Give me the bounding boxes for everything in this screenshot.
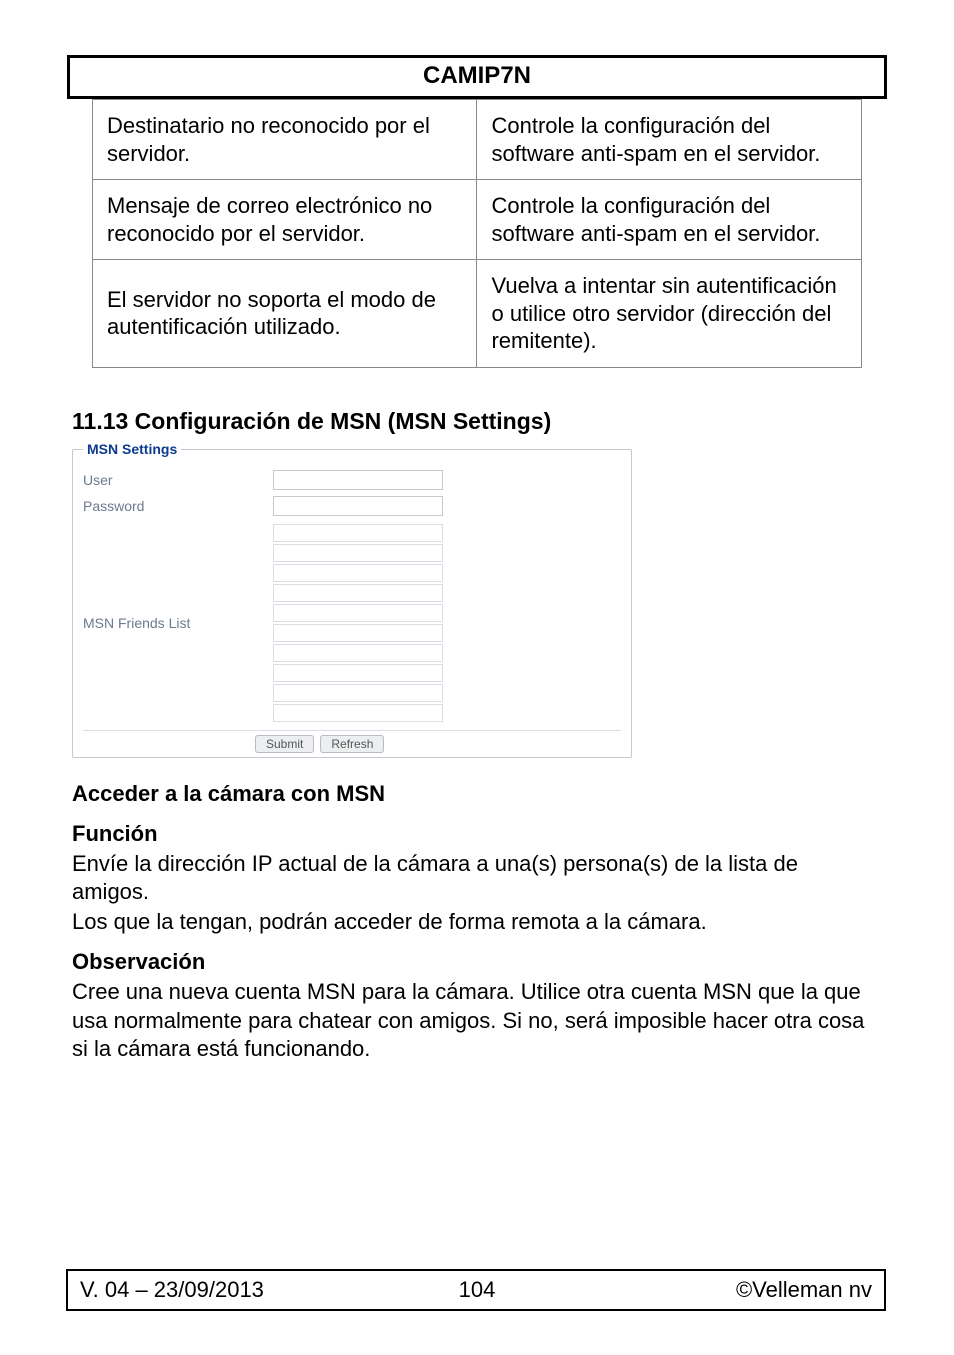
friend-input[interactable] bbox=[273, 584, 443, 602]
table-row: El servidor no soporta el modo de autent… bbox=[93, 260, 862, 368]
msn-user-row: User bbox=[83, 470, 621, 490]
friend-input[interactable] bbox=[273, 624, 443, 642]
table-row: Mensaje de correo electrónico no reconoc… bbox=[93, 180, 862, 260]
footer-copyright: ©Velleman nv bbox=[736, 1277, 872, 1303]
paragraph-observation: Cree una nueva cuenta MSN para la cámara… bbox=[72, 978, 878, 1062]
friend-input[interactable] bbox=[273, 704, 443, 722]
table-cell-problem: Mensaje de correo electrónico no reconoc… bbox=[93, 180, 477, 260]
friends-label: MSN Friends List bbox=[83, 615, 273, 631]
heading-observation: Observación bbox=[72, 948, 878, 976]
table-cell-solution: Controle la configuración del software a… bbox=[477, 180, 862, 260]
friend-input[interactable] bbox=[273, 544, 443, 562]
msn-password-row: Password bbox=[83, 496, 621, 516]
password-label: Password bbox=[83, 498, 273, 514]
table-cell-problem: El servidor no soporta el modo de autent… bbox=[93, 260, 477, 368]
friends-input-list bbox=[273, 524, 443, 722]
user-label: User bbox=[83, 472, 273, 488]
friend-input[interactable] bbox=[273, 664, 443, 682]
heading-function: Función bbox=[72, 820, 878, 848]
friend-input[interactable] bbox=[273, 604, 443, 622]
password-input[interactable] bbox=[273, 496, 443, 516]
heading-access: Acceder a la cámara con MSN bbox=[72, 780, 878, 808]
refresh-button[interactable]: Refresh bbox=[320, 735, 384, 753]
troubleshooting-table: Destinatario no reconocido por el servid… bbox=[92, 99, 862, 368]
footer-version: V. 04 – 23/09/2013 bbox=[80, 1277, 264, 1303]
paragraph-function-1: Envíe la dirección IP actual de la cámar… bbox=[72, 850, 878, 906]
table-cell-solution: Controle la configuración del software a… bbox=[477, 100, 862, 180]
table-cell-solution: Vuelva a intentar sin autentificación o … bbox=[477, 260, 862, 368]
friend-input[interactable] bbox=[273, 644, 443, 662]
table-row: Destinatario no reconocido por el servid… bbox=[93, 100, 862, 180]
msn-settings-panel: MSN Settings User Password MSN Friends L… bbox=[72, 449, 632, 758]
msn-panel-legend: MSN Settings bbox=[83, 441, 181, 457]
msn-button-row: Submit Refresh bbox=[83, 730, 621, 753]
table-cell-problem: Destinatario no reconocido por el servid… bbox=[93, 100, 477, 180]
submit-button[interactable]: Submit bbox=[255, 735, 314, 753]
paragraph-function-2: Los que la tengan, podrán acceder de for… bbox=[72, 908, 878, 936]
friend-input[interactable] bbox=[273, 684, 443, 702]
user-input[interactable] bbox=[273, 470, 443, 490]
page-header: CAMIP7N bbox=[67, 55, 887, 99]
msn-friends-row: MSN Friends List bbox=[83, 524, 621, 722]
section-title: 11.13 Configuración de MSN (MSN Settings… bbox=[72, 408, 888, 435]
friend-input[interactable] bbox=[273, 564, 443, 582]
page-footer: 104 V. 04 – 23/09/2013 ©Velleman nv bbox=[66, 1269, 888, 1311]
header-title: CAMIP7N bbox=[423, 62, 531, 89]
friend-input[interactable] bbox=[273, 524, 443, 542]
